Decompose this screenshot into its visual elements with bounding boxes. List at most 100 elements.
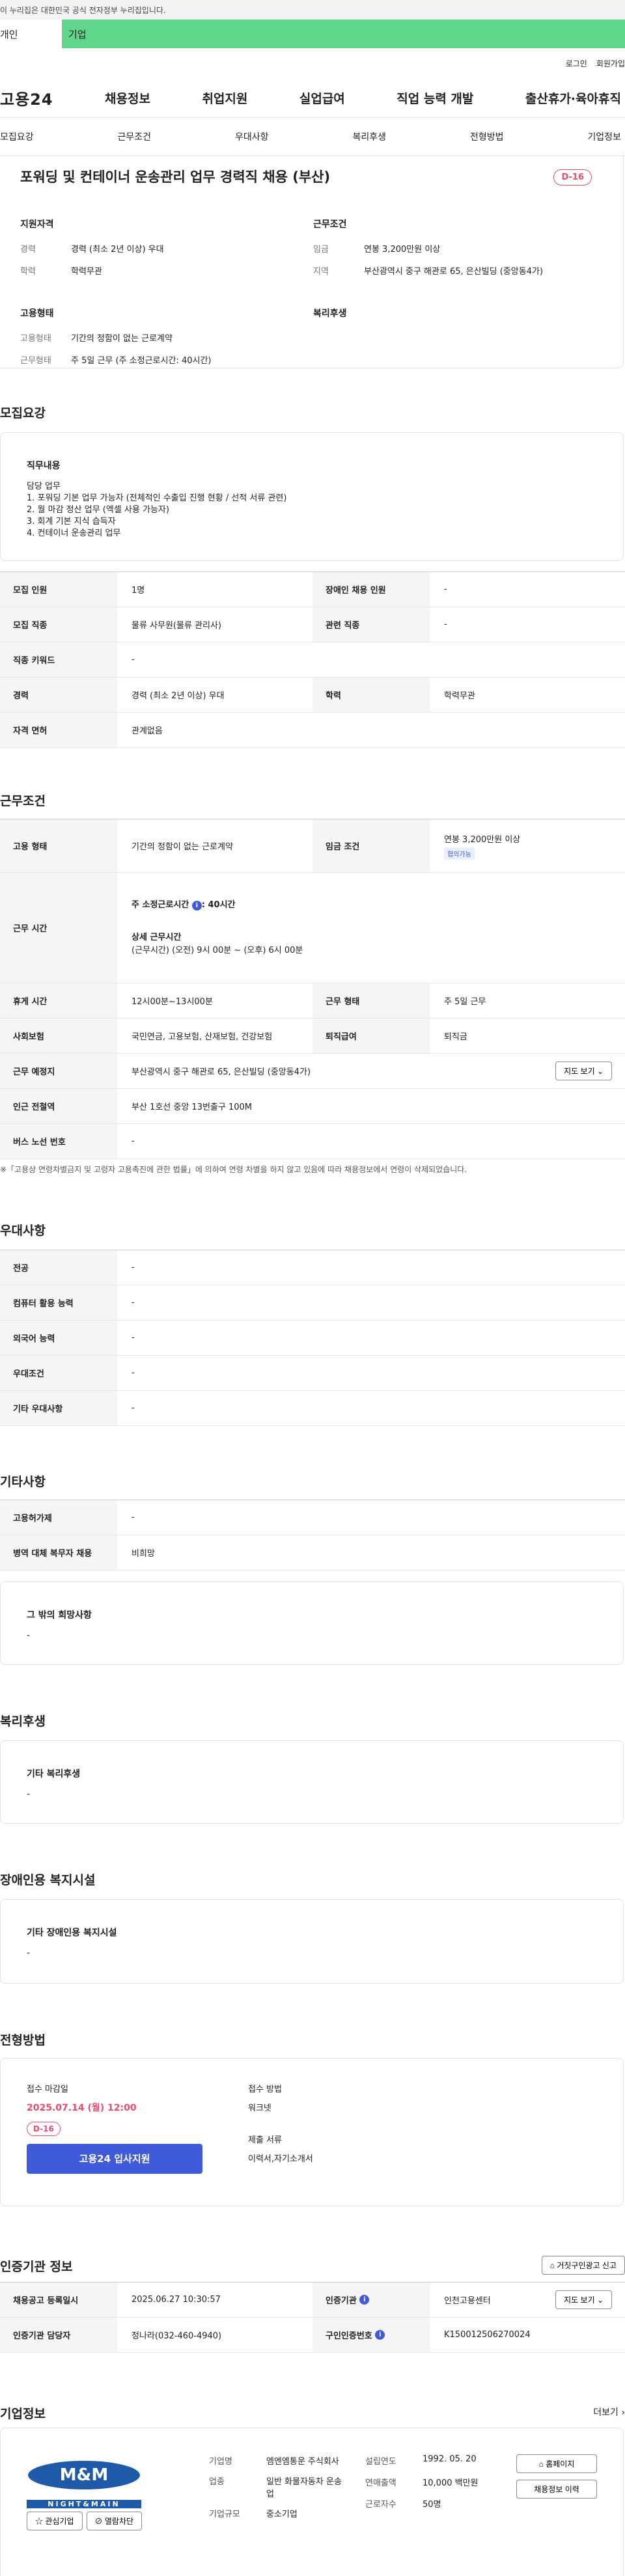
th: 경력 — [0, 678, 117, 712]
th: 컴퓨터 활용 능력 — [0, 1285, 117, 1320]
duty-content: 담당 업무 1. 포워딩 기본 업무 가능자 (전체적인 수출입 진행 현황 /… — [27, 481, 597, 540]
duty-line: 3. 회계 기본 지식 습득자 — [27, 517, 116, 527]
homepage-button[interactable]: ⌂ 홈페이지 — [516, 2454, 597, 2473]
recruit-heading: 모집요강 — [0, 406, 46, 420]
label: 설립연도 — [365, 2457, 396, 2467]
th: 관련 직종 — [312, 607, 430, 642]
duty-box: 직무내용 담당 업무 1. 포워딩 기본 업무 가능자 (전체적인 수출입 진행… — [0, 432, 624, 561]
td: 정나라(032-460-4940) — [132, 2331, 222, 2341]
wish-heading: 그 밖의 희망사항 — [27, 1610, 92, 1621]
value: 학력무관 — [71, 267, 102, 277]
pref-table: 전공 - 컴퓨터 활용 능력 - 외국어 능력 - 우대조건 - 기타 우대사항 - — [0, 1250, 625, 1426]
duty-line: 담당 업무 — [27, 482, 61, 491]
duty-line: 4. 컨테이너 운송관리 업무 — [27, 528, 121, 538]
value: 중소기업 — [266, 2510, 298, 2519]
work-table: 고용 형태 기간의 정함이 없는 근로계약 임금 조건 연봉 3,200만원 이상 협의… — [0, 819, 625, 1159]
td: 부산 1호선 중앙 13번출구 100M — [132, 1103, 253, 1112]
value: 기간의 정함이 없는 근로계약 — [71, 334, 173, 344]
th: 임금 조건 — [312, 819, 430, 872]
info-icon[interactable]: i — [375, 2330, 385, 2340]
cert-table: 채용공고 등록일시 2025.06.27 10:30:57 인증기관 i 인천고용센터… — [0, 2282, 625, 2353]
th: 전공 — [0, 1250, 117, 1285]
welfare-heading: 복리후생 — [313, 308, 347, 319]
td: 관계없음 — [132, 726, 163, 736]
label: 경력 — [20, 245, 36, 254]
td: - — [444, 584, 447, 594]
section-nav: 모집요강 근무조건 우대사항 복리후생 전형방법 기업정보 — [0, 117, 625, 156]
td: 12시00분~13시00분 — [132, 997, 213, 1007]
gnb-item-training[interactable]: 직업 능력 개발 — [396, 89, 473, 107]
td: 퇴직금 — [444, 1032, 467, 1042]
td: - — [132, 1403, 135, 1413]
label: 연매출액 — [365, 2478, 396, 2488]
th: 우대조건 — [0, 1356, 117, 1390]
site-logo[interactable]: 고용24 — [0, 87, 53, 109]
report-button[interactable]: ⌂ 거짓구인광고 신고 — [541, 2256, 625, 2275]
disab-label: 기타 장애인용 복지시설 — [27, 1928, 117, 1938]
tab-company[interactable]: 기업 — [62, 20, 625, 48]
duty-line: 2. 월 마감 정산 업무 (엑셀 사용 가능자) — [27, 505, 169, 515]
pref-heading: 우대사항 — [0, 1224, 46, 1238]
global-nav: 고용24 채용정보 취업지원 실업급여 직업 능력 개발 출산휴가·육아휴직 — [0, 78, 625, 117]
signup-link[interactable]: 회원가입 — [596, 58, 625, 69]
weekly-hours-value: : 40시간 — [201, 899, 236, 910]
td: 학력무관 — [444, 691, 475, 701]
info-icon[interactable]: i — [191, 900, 202, 911]
favorite-company-button[interactable]: ☆ 관심기업 — [27, 2512, 83, 2530]
th: 버스 노선 번호 — [0, 1124, 117, 1158]
home-icon: ⌂ — [538, 2460, 544, 2469]
value: 경력 (최소 2년 이상) 우대 — [71, 245, 164, 254]
td: 경력 (최소 2년 이상) 우대 — [132, 691, 225, 701]
job-title: 포워딩 및 컨테이너 운송관리 업무 경력직 채용 (부산) — [20, 169, 331, 185]
th: 고용 형태 — [0, 819, 117, 872]
welfare-label: 기타 복리후생 — [27, 1769, 81, 1779]
company-info: 기업명 엠엔엠통운 주식회사 업종 일반 화물자동차 운송업 기업규모 중소기업 — [209, 2454, 346, 2519]
gnb-item-unemployment[interactable]: 실업급여 — [299, 89, 345, 107]
label: 업종 — [209, 2477, 225, 2487]
subnav-recruit[interactable]: 모집요강 — [0, 130, 34, 143]
subnav-company[interactable]: 기업정보 — [587, 130, 621, 143]
subnav-welfare[interactable]: 복리후생 — [352, 130, 386, 143]
gnb-item-employment[interactable]: 취업지원 — [202, 89, 247, 107]
duty-line: 1. 포워딩 기본 업무 가능자 (전체적인 수출입 진행 현황 / 선적 서류… — [27, 493, 287, 503]
company-more-link[interactable]: 더보기 › — [593, 2405, 625, 2418]
value: 일반 화물자동차 운송업 — [266, 2477, 342, 2499]
subnav-work[interactable]: 근무조건 — [117, 130, 151, 143]
th-label: 구인인증번호 — [326, 2331, 372, 2341]
gnb-item-leave[interactable]: 출산휴가·육아휴직 — [525, 89, 621, 107]
th: 근무 예정지 — [0, 1054, 117, 1088]
block-company-button[interactable]: ⊘ 열람차단 — [86, 2512, 143, 2530]
apply-button[interactable]: 고용24 입사지원 — [27, 2144, 202, 2174]
th: 모집 직종 — [0, 607, 117, 642]
work-heading: 근무조건 — [0, 794, 46, 808]
recruit-history-button[interactable]: 채용정보 이력 — [516, 2480, 597, 2499]
td: K150012506270024 — [444, 2330, 531, 2340]
label: 근무형태 — [20, 356, 51, 366]
info-icon[interactable]: i — [359, 2295, 370, 2305]
wish-value: - — [27, 1630, 31, 1641]
td: 물류 사무원(물류 관리사) — [132, 621, 222, 631]
emp-heading: 고용형태 — [20, 308, 54, 319]
subnav-pref[interactable]: 우대사항 — [235, 130, 269, 143]
home-icon: ⌂ — [549, 2261, 555, 2270]
th: 모집 인원 — [0, 572, 117, 607]
td: 인천고용센터 — [444, 2296, 491, 2306]
company-logo-graphic: M&M — [28, 2461, 140, 2489]
th: 인근 전철역 — [0, 1089, 117, 1123]
label: 고용형태 — [20, 334, 51, 344]
value: 부산광역시 중구 해관로 65, 은산빌딩 (중앙동4가) — [364, 267, 544, 277]
tab-personal[interactable]: 개인 — [0, 20, 62, 48]
cert-heading: 인증기관 정보 — [0, 2260, 73, 2274]
hours-detail-heading: 상세 근무시간 — [132, 932, 182, 942]
weekly-hours-label: 주 소정근로시간 — [132, 899, 189, 910]
map-button[interactable]: 지도 보기 ⌄ — [555, 1062, 612, 1080]
label: 기업명 — [209, 2457, 232, 2467]
cert-map-button[interactable]: 지도 보기 ⌄ — [555, 2290, 612, 2309]
td: - — [132, 1513, 135, 1522]
td: 부산광역시 중구 해관로 65, 은산빌딩 (중앙동4가) — [132, 1067, 311, 1077]
deadline-label: 접수 마감일 — [27, 2085, 68, 2094]
login-link[interactable]: 로그인 — [566, 58, 587, 69]
td: - — [132, 1298, 135, 1308]
gnb-item-jobs[interactable]: 채용정보 — [105, 89, 150, 107]
subnav-process[interactable]: 전형방법 — [470, 130, 504, 143]
